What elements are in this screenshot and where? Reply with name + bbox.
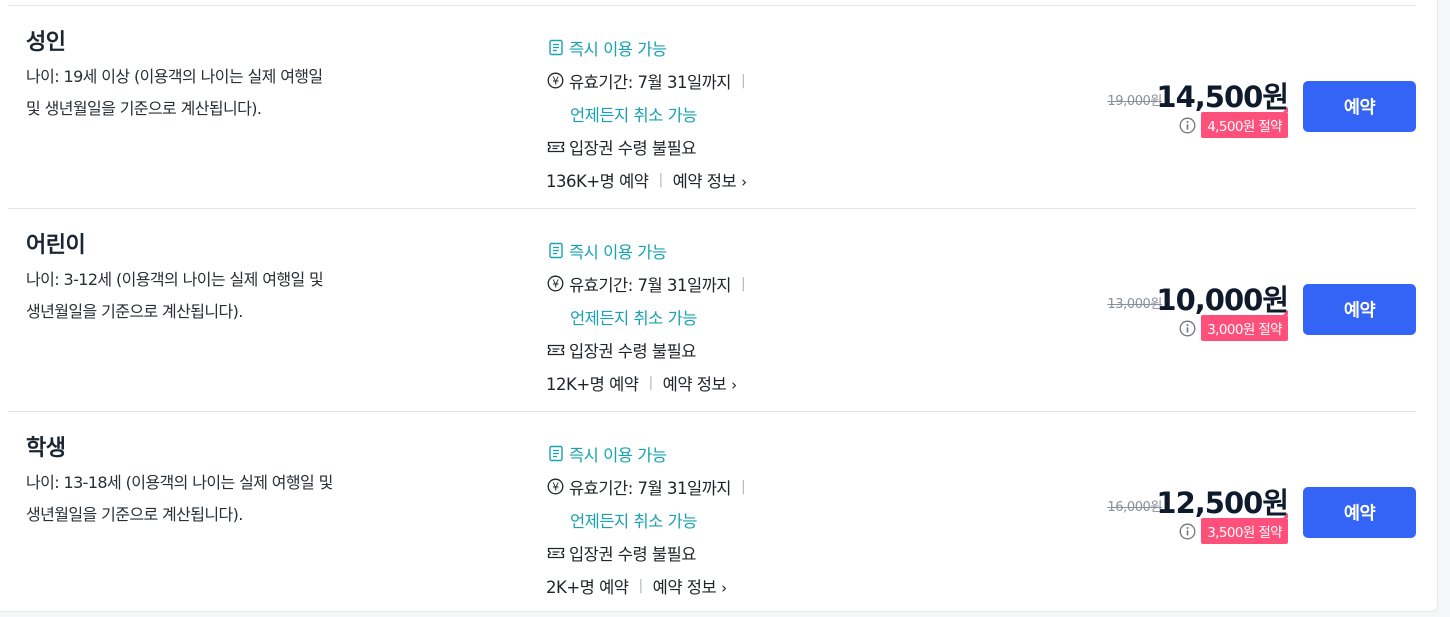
ticket-icon bbox=[546, 340, 565, 359]
option-features: 즉시 이용 가능 ¥ 유효기간: 7월 31일까지 | 언제든지 취소 가능 입… bbox=[546, 234, 846, 399]
savings-badge: 3,500원 절약 bbox=[1201, 513, 1288, 544]
svg-text:¥: ¥ bbox=[552, 278, 559, 290]
info-icon[interactable] bbox=[1179, 523, 1196, 540]
validity-period: ¥ 유효기간: 7월 31일까지 | bbox=[546, 470, 846, 503]
savings-info: 3,500원 절약 bbox=[1179, 513, 1288, 544]
separator: | bbox=[638, 577, 643, 594]
instant-availability: 즉시 이용 가능 bbox=[546, 437, 846, 470]
price-box: 16,000원 12,500원 3,500원 절약 bbox=[1028, 480, 1289, 550]
option-features: 즉시 이용 가능 ¥ 유효기간: 7월 31일까지 | 언제든지 취소 가능 입… bbox=[546, 437, 846, 602]
svg-text:¥: ¥ bbox=[552, 481, 559, 493]
instant-availability: 즉시 이용 가능 bbox=[546, 31, 846, 64]
yen-circle-icon: ¥ bbox=[546, 71, 565, 90]
ticket-option-adult: 성인 나이: 19세 이상 (이용객의 나이는 실제 여행일 및 생년월일을 기… bbox=[8, 5, 1416, 208]
svg-text:¥: ¥ bbox=[552, 75, 559, 87]
cancel-policy: 언제든지 취소 가능 bbox=[570, 511, 697, 531]
book-button[interactable]: 예약 bbox=[1303, 487, 1416, 538]
validity-period: ¥ 유효기간: 7월 31일까지 | bbox=[546, 64, 846, 97]
instant-availability: 즉시 이용 가능 bbox=[546, 234, 846, 267]
document-icon bbox=[546, 241, 565, 260]
savings-info: 3,000원 절약 bbox=[1179, 310, 1288, 341]
price-box: 19,000원 14,500원 4,500원 절약 bbox=[1028, 74, 1289, 144]
option-title: 어린이 bbox=[26, 233, 86, 258]
separator: | bbox=[658, 171, 663, 188]
booking-info-link[interactable]: 예약 정보 › bbox=[653, 574, 727, 598]
booking-info-link[interactable]: 예약 정보 › bbox=[663, 371, 737, 395]
option-title: 학생 bbox=[26, 436, 66, 461]
description-line: 나이: 13-18세 (이용객의 나이는 실제 여행일 및 bbox=[26, 473, 333, 492]
yen-circle-icon: ¥ bbox=[546, 477, 565, 496]
separator: | bbox=[740, 72, 746, 89]
option-description: 나이: 19세 이상 (이용객의 나이는 실제 여행일 및 생년월일을 기준으로… bbox=[26, 61, 396, 125]
savings-badge: 3,000원 절약 bbox=[1201, 310, 1288, 341]
yen-circle-icon: ¥ bbox=[546, 274, 565, 293]
book-button[interactable]: 예약 bbox=[1303, 81, 1416, 132]
ticket-pickup: 입장권 수령 불필요 bbox=[546, 536, 846, 569]
separator: | bbox=[648, 374, 653, 391]
booked-count: 136K+명 예약 bbox=[546, 171, 649, 191]
description-line: 나이: 3-12세 (이용객의 나이는 실제 여행일 및 bbox=[26, 270, 324, 289]
book-button[interactable]: 예약 bbox=[1303, 284, 1416, 335]
booking-stats: 12K+명 예약 | 예약 정보 › bbox=[546, 366, 846, 399]
ticket-pickup: 입장권 수령 불필요 bbox=[546, 333, 846, 366]
document-icon bbox=[546, 444, 565, 463]
booking-stats: 136K+명 예약 | 예약 정보 › bbox=[546, 163, 846, 196]
sale-price: 10,000원 bbox=[1156, 283, 1289, 317]
ticket-options-card: 성인 나이: 19세 이상 (이용객의 나이는 실제 여행일 및 생년월일을 기… bbox=[0, 0, 1438, 612]
separator: | bbox=[740, 478, 746, 495]
ticket-icon bbox=[546, 137, 565, 156]
validity-period: ¥ 유효기간: 7월 31일까지 | bbox=[546, 267, 846, 300]
document-icon bbox=[546, 38, 565, 57]
info-icon[interactable] bbox=[1179, 117, 1196, 134]
option-features: 즉시 이용 가능 ¥ 유효기간: 7월 31일까지 | 언제든지 취소 가능 입… bbox=[546, 31, 846, 196]
description-line: 나이: 19세 이상 (이용객의 나이는 실제 여행일 bbox=[26, 67, 323, 86]
option-description: 나이: 3-12세 (이용객의 나이는 실제 여행일 및 생년월일을 기준으로 … bbox=[26, 264, 396, 328]
savings-info: 4,500원 절약 bbox=[1179, 107, 1288, 138]
ticket-icon bbox=[546, 543, 565, 562]
original-price: 16,000원 bbox=[1107, 500, 1162, 515]
booked-count: 12K+명 예약 bbox=[546, 374, 639, 394]
description-line: 생년월일을 기준으로 계산됩니다). bbox=[26, 302, 243, 321]
separator: | bbox=[740, 275, 746, 292]
ticket-option-child: 어린이 나이: 3-12세 (이용객의 나이는 실제 여행일 및 생년월일을 기… bbox=[8, 208, 1416, 411]
booked-count: 2K+명 예약 bbox=[546, 577, 629, 597]
chevron-right-icon: › bbox=[731, 375, 737, 394]
description-line: 및 생년월일을 기준으로 계산됩니다). bbox=[26, 99, 262, 118]
cancel-policy: 언제든지 취소 가능 bbox=[570, 308, 697, 328]
option-description: 나이: 13-18세 (이용객의 나이는 실제 여행일 및 생년월일을 기준으로… bbox=[26, 467, 396, 531]
ticket-option-student: 학생 나이: 13-18세 (이용객의 나이는 실제 여행일 및 생년월일을 기… bbox=[8, 411, 1416, 614]
booking-stats: 2K+명 예약 | 예약 정보 › bbox=[546, 569, 846, 602]
chevron-right-icon: › bbox=[721, 578, 727, 597]
sale-price: 14,500원 bbox=[1156, 80, 1289, 114]
sale-price: 12,500원 bbox=[1156, 486, 1289, 520]
option-title: 성인 bbox=[26, 30, 66, 55]
original-price: 13,000원 bbox=[1107, 297, 1162, 312]
booking-info-link[interactable]: 예약 정보 › bbox=[673, 168, 747, 192]
chevron-right-icon: › bbox=[741, 172, 747, 191]
price-box: 13,000원 10,000원 3,000원 절약 bbox=[1028, 277, 1289, 347]
savings-badge: 4,500원 절약 bbox=[1201, 107, 1288, 138]
description-line: 생년월일을 기준으로 계산됩니다). bbox=[26, 505, 243, 524]
ticket-pickup: 입장권 수령 불필요 bbox=[546, 130, 846, 163]
original-price: 19,000원 bbox=[1107, 94, 1162, 109]
info-icon[interactable] bbox=[1179, 320, 1196, 337]
cancel-policy: 언제든지 취소 가능 bbox=[570, 105, 697, 125]
